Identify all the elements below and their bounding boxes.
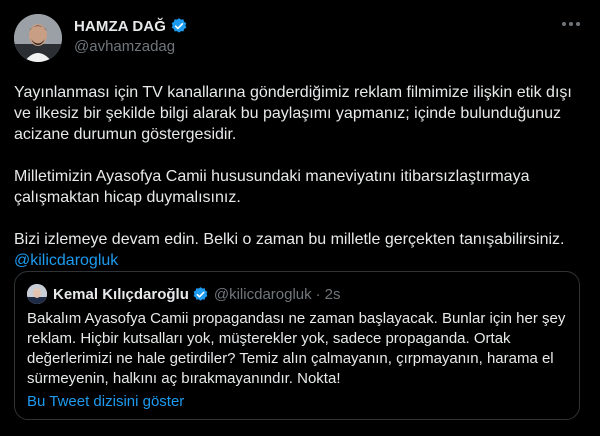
author-handle[interactable]: @avhamzadag [74,38,175,55]
author-avatar[interactable] [14,14,62,62]
quoted-timestamp[interactable]: 2s [325,286,341,303]
author-name[interactable]: HAMZA DAĞ [74,18,166,35]
quoted-tweet-header: Kemal Kılıçdaroğlu @kilicdarogluk · 2s [27,284,340,304]
author-name-row[interactable]: HAMZA DAĞ [74,16,188,36]
show-thread-link[interactable]: Bu Tweet dizisini göster [27,393,184,410]
tweet-text: Yayınlanması için TV kanallarına gönderd… [14,82,588,292]
tweet-paragraph: Yayınlanması için TV kanallarına gönderd… [14,84,572,143]
separator-dot: · [315,285,321,303]
quoted-author-name[interactable]: Kemal Kılıçdaroğlu [53,286,189,303]
verified-badge-icon [170,17,188,35]
tweet-paragraph-text: Bizi izlemeye devam edin. Belki o zaman … [14,231,565,248]
verified-badge-icon [192,286,209,303]
quoted-author-avatar[interactable] [27,284,47,304]
quoted-author-handle[interactable]: @kilicdarogluk [214,286,312,303]
quoted-tweet-text: Bakalım Ayasofya Camii propagandası ne z… [27,310,566,387]
tweet-paragraph: Milletimizin Ayasofya Camii hususundaki … [14,168,530,206]
tweet-card: HAMZA DAĞ @avhamzadag Yayınlanması için … [0,0,600,436]
more-options-icon[interactable] [560,14,582,34]
tweet-paragraph: Bizi izlemeye devam edin. Belki o zaman … [14,229,588,271]
quoted-tweet[interactable]: Kemal Kılıçdaroğlu @kilicdarogluk · 2s B… [14,271,580,420]
mention-link[interactable]: @kilicdarogluk [14,252,118,269]
